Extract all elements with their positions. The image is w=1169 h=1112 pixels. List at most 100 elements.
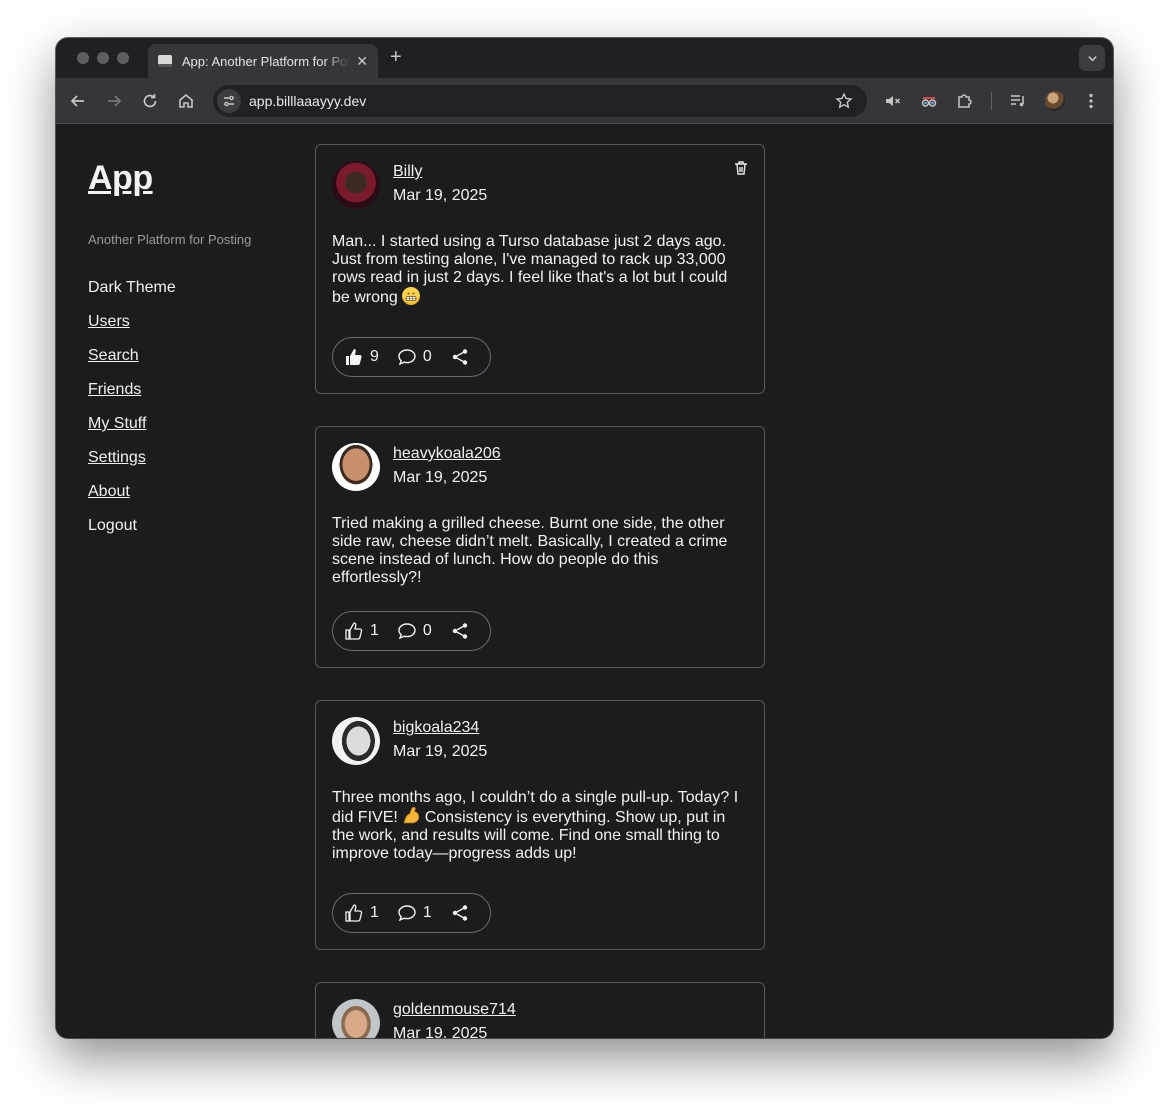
tune-icon xyxy=(224,95,234,107)
post-card: Billy Mar 19, 2025 Man... I started usin… xyxy=(315,144,765,394)
nav-item-about[interactable]: About xyxy=(88,482,176,516)
thumbs-up-filled-icon xyxy=(346,349,362,365)
post-username[interactable]: bigkoala234 xyxy=(393,719,479,737)
mute-tab-button[interactable] xyxy=(882,90,904,112)
nav-item-friends[interactable]: Friends xyxy=(88,380,176,414)
browser-tab[interactable]: App: Another Platform for Posting ✕ xyxy=(148,44,378,78)
post-card: bigkoala234 Mar 19, 2025 Three months ag… xyxy=(315,700,765,950)
comment-button[interactable]: 0 xyxy=(397,347,450,367)
thumbs-up-icon xyxy=(345,904,363,922)
nav-item-settings[interactable]: Settings xyxy=(88,448,176,482)
more-vertical-icon xyxy=(1089,93,1093,109)
post-card: goldenmouse714 Mar 19, 2025 xyxy=(315,982,765,1038)
reload-icon xyxy=(143,94,157,108)
comment-icon xyxy=(398,349,416,366)
nav-item-logout[interactable]: Logout xyxy=(88,516,176,550)
browser-toolbar: app.billlaaayyy.dev xyxy=(56,78,1113,124)
extension-button[interactable] xyxy=(918,90,940,112)
post-date: Mar 19, 2025 xyxy=(393,1025,488,1038)
puzzle-icon xyxy=(958,94,972,108)
toolbar-divider xyxy=(991,92,992,110)
sidebar-nav: Dark Theme Users Search Friends My Stuff… xyxy=(88,278,176,550)
share-button[interactable] xyxy=(450,621,470,641)
nav-item-my-stuff[interactable]: My Stuff xyxy=(88,414,176,448)
user-avatar[interactable] xyxy=(332,161,380,209)
flexed-biceps-emoji xyxy=(402,807,420,825)
share-icon xyxy=(452,349,468,365)
like-button[interactable]: 1 xyxy=(344,621,397,641)
post-body: Tried making a grilled cheese. Burnt one… xyxy=(332,515,728,586)
tab-strip: App: Another Platform for Posting ✕ + xyxy=(56,38,1113,78)
like-button[interactable]: 9 xyxy=(344,347,397,367)
post-text: Man... I started using a Turso database … xyxy=(332,233,728,306)
playlist-music-icon xyxy=(1011,95,1024,107)
delete-post-button[interactable] xyxy=(732,159,750,177)
user-avatar[interactable] xyxy=(332,443,380,491)
profile-avatar[interactable] xyxy=(1045,91,1065,111)
comment-button[interactable]: 1 xyxy=(397,903,450,923)
like-count: 1 xyxy=(370,622,379,639)
browser-window: App: Another Platform for Posting ✕ + ap… xyxy=(56,38,1113,1038)
comment-count: 0 xyxy=(422,622,432,639)
star-icon xyxy=(835,92,853,109)
bookmark-button[interactable] xyxy=(835,92,853,115)
comment-button[interactable]: 0 xyxy=(397,621,450,641)
post-actions: 9 0 xyxy=(332,337,491,377)
post-date: Mar 19, 2025 xyxy=(393,187,488,204)
reload-button[interactable] xyxy=(139,90,161,112)
home-button[interactable] xyxy=(175,90,197,112)
comment-count: 1 xyxy=(422,904,432,921)
nav-item-users[interactable]: Users xyxy=(88,312,176,346)
forward-button[interactable] xyxy=(103,90,125,112)
media-controls-button[interactable] xyxy=(1007,90,1029,112)
address-bar[interactable]: app.billlaaayyy.dev xyxy=(213,85,867,117)
new-tab-button[interactable]: + xyxy=(390,46,402,69)
share-button[interactable] xyxy=(450,903,470,923)
page-content: App Another Platform for Posting Dark Th… xyxy=(56,125,1113,1038)
like-count: 9 xyxy=(370,348,379,365)
app-logo-link[interactable]: App xyxy=(88,159,153,198)
arrow-left-icon xyxy=(70,95,84,107)
post-actions: 1 1 xyxy=(332,893,491,933)
user-avatar[interactable] xyxy=(332,717,380,765)
post-date: Mar 19, 2025 xyxy=(393,469,488,486)
post-actions: 1 0 xyxy=(332,611,491,651)
share-button[interactable] xyxy=(450,347,470,367)
post-username[interactable]: goldenmouse714 xyxy=(393,1001,516,1019)
trash-icon xyxy=(735,161,747,175)
like-button[interactable]: 1 xyxy=(344,903,397,923)
like-count: 1 xyxy=(370,904,379,921)
tab-close-icon[interactable]: ✕ xyxy=(356,53,368,70)
extensions-button[interactable] xyxy=(954,90,976,112)
tab-title: App: Another Platform for Posting xyxy=(181,53,350,69)
home-icon xyxy=(179,93,193,108)
muted-speaker-icon xyxy=(886,96,901,106)
tab-favicon-icon xyxy=(158,55,172,67)
site-info-button[interactable] xyxy=(217,89,241,113)
app-subtitle: Another Platform for Posting xyxy=(88,232,252,247)
url-text: app.billlaaayyy.dev xyxy=(249,93,367,109)
nav-item-search[interactable]: Search xyxy=(88,346,176,380)
post-body: Three months ago, I couldn’t do a single… xyxy=(332,789,744,863)
post-username[interactable]: heavykoala206 xyxy=(393,445,501,463)
comment-count: 0 xyxy=(422,348,432,365)
back-button[interactable] xyxy=(67,90,89,112)
comment-icon xyxy=(398,623,416,640)
minimize-window-button[interactable] xyxy=(97,52,109,64)
nav-item-dark-theme[interactable]: Dark Theme xyxy=(88,278,176,312)
grimacing-face-emoji xyxy=(402,287,421,305)
thumbs-up-icon xyxy=(345,622,363,640)
post-date: Mar 19, 2025 xyxy=(393,743,488,760)
chevron-down-icon xyxy=(1087,55,1097,61)
incognito-glasses-icon xyxy=(921,97,937,107)
tab-search-button[interactable] xyxy=(1079,45,1105,71)
comment-icon xyxy=(398,905,416,922)
post-username[interactable]: Billy xyxy=(393,163,422,181)
share-icon xyxy=(452,623,468,639)
close-window-button[interactable] xyxy=(77,52,89,64)
share-icon xyxy=(452,905,468,921)
post-body: Man... I started using a Turso database … xyxy=(332,233,744,307)
maximize-window-button[interactable] xyxy=(117,52,129,64)
user-avatar[interactable] xyxy=(332,999,380,1038)
browser-menu-button[interactable] xyxy=(1080,90,1102,112)
